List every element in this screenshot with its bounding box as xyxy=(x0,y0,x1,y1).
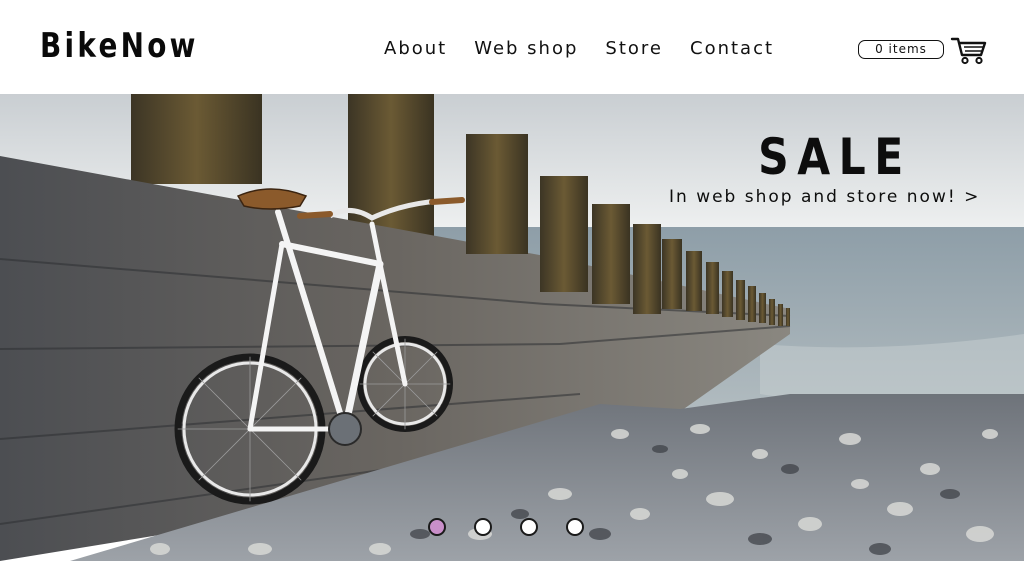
nav-item-store[interactable]: Store xyxy=(605,38,663,59)
carousel-dot-2[interactable] xyxy=(474,518,492,536)
main-nav: About Web shop Store Contact xyxy=(384,38,774,59)
carousel-dot-3[interactable] xyxy=(520,518,538,536)
site-logo[interactable]: BikeNow xyxy=(40,26,199,66)
nav-item-about[interactable]: About xyxy=(384,38,447,59)
sale-title: SALE xyxy=(758,128,912,186)
carousel-dot-4[interactable] xyxy=(566,518,584,536)
carousel-indicators xyxy=(428,518,584,536)
cart-count-badge[interactable]: 0 items xyxy=(858,40,944,59)
hero-banner[interactable]: SALE In web shop and store now! > xyxy=(0,94,1024,561)
sale-cta-link[interactable]: In web shop and store now! > xyxy=(669,187,980,207)
nav-item-web-shop[interactable]: Web shop xyxy=(474,38,578,59)
carousel-dot-1[interactable] xyxy=(428,518,446,536)
shopping-cart-icon[interactable] xyxy=(950,35,988,65)
nav-item-contact[interactable]: Contact xyxy=(690,38,774,59)
site-header: BikeNow About Web shop Store Contact 0 i… xyxy=(0,0,1024,94)
